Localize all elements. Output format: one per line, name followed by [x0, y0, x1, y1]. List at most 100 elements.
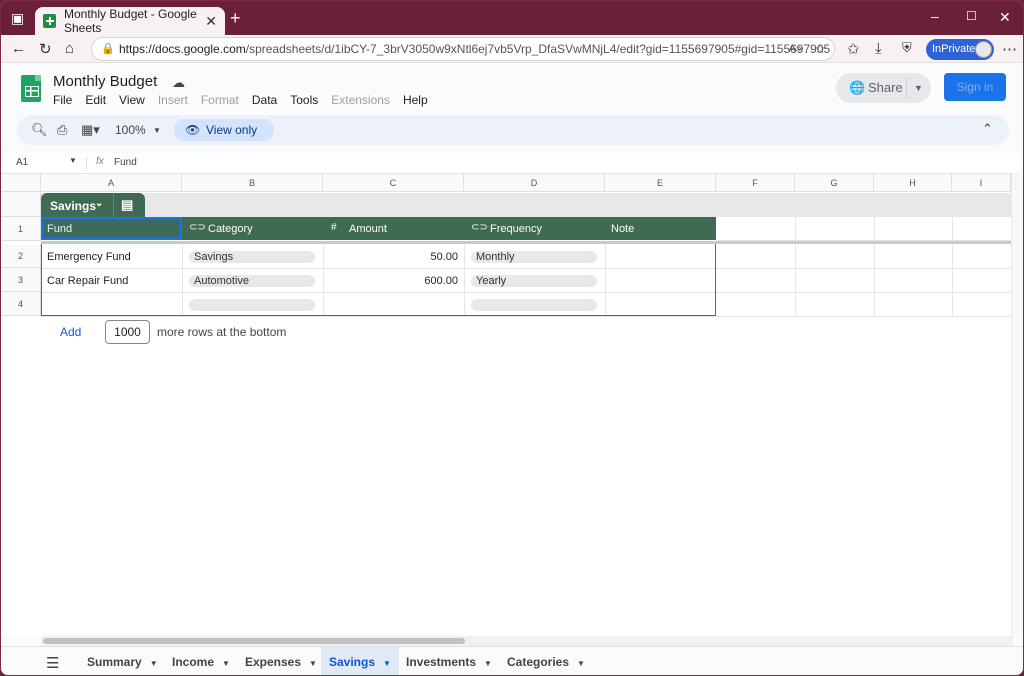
maximize-icon[interactable]: ☐ — [966, 9, 977, 23]
menu-insert: Insert — [157, 93, 188, 107]
column-header-a[interactable]: A — [41, 174, 182, 192]
sheet-tab-investments[interactable]: Investments ▼ — [398, 647, 500, 675]
menu-view[interactable]: View — [119, 93, 145, 107]
print-icon[interactable]: ⎙ — [57, 122, 67, 138]
cell-amount[interactable]: 600.00 — [323, 275, 458, 287]
column-header-h[interactable]: H — [874, 174, 952, 192]
header-frequency[interactable]: Frequency — [490, 223, 542, 235]
sheet-tab-savings[interactable]: Savings ▼ — [321, 647, 399, 675]
column-header-b[interactable]: B — [182, 174, 323, 192]
menu-edit[interactable]: Edit — [85, 93, 106, 107]
row-header-2[interactable]: 2 — [1, 244, 41, 268]
cell-fund[interactable]: Emergency Fund — [47, 251, 131, 263]
column-header-i[interactable]: I — [952, 174, 1011, 192]
zoom-select[interactable]: 100% — [115, 123, 146, 137]
row-header-4[interactable]: 4 — [1, 292, 41, 316]
selected-cell-a1[interactable] — [41, 217, 182, 240]
column-header-d[interactable]: D — [464, 174, 605, 192]
downloads-icon[interactable]: ⤓ — [875, 40, 882, 57]
share-button[interactable]: 🌐 Share ▼ — [836, 73, 931, 103]
url-field[interactable]: 🔒 https://docs.google.com/spreadsheets/d… — [91, 37, 835, 61]
cloud-status-icon[interactable]: ☁ — [172, 75, 185, 91]
chip-category[interactable]: Savings — [189, 251, 315, 263]
table-view-icon[interactable]: ▤ — [121, 197, 133, 213]
menu-tools[interactable]: Tools — [290, 93, 318, 107]
select-all-corner[interactable] — [1, 174, 41, 192]
header-note[interactable]: Note — [611, 223, 634, 235]
more-menu-icon[interactable]: ⋯ — [1002, 40, 1017, 58]
menu-file[interactable]: File — [53, 93, 72, 107]
home-icon[interactable]: ⌂ — [65, 40, 74, 57]
table-name-tab[interactable]: Savings ⌄ ▤ — [41, 193, 145, 217]
add-rows-button[interactable]: Add — [60, 325, 81, 339]
cell-fund[interactable]: Car Repair Fund — [47, 275, 128, 287]
sheets-logo-icon[interactable] — [21, 75, 41, 102]
favorites-icon[interactable]: ✩ — [847, 40, 860, 58]
horizontal-scroll-thumb[interactable] — [43, 638, 465, 644]
sheet-tab-dropdown-icon[interactable]: ▼ — [577, 659, 585, 668]
column-header-e[interactable]: E — [605, 174, 716, 192]
minimize-icon[interactable]: – — [931, 8, 939, 24]
table-menu-chevron-icon[interactable]: ⌄ — [95, 198, 103, 209]
chip-frequency[interactable]: Yearly — [471, 275, 597, 287]
document-title[interactable]: Monthly Budget — [53, 73, 157, 90]
cell-amount[interactable]: 50.00 — [323, 251, 458, 263]
read-aloud-icon[interactable]: A» — [789, 38, 802, 60]
name-box-dropdown-icon[interactable]: ▼ — [69, 156, 77, 165]
browser-window: ▣ Monthly Budget - Google Sheets ✕ + – ☐… — [0, 0, 1024, 676]
sheet-tab-dropdown-icon[interactable]: ▼ — [309, 659, 317, 668]
horizontal-scrollbar[interactable] — [41, 636, 1013, 646]
collapse-toolbar-icon[interactable]: ⌃ — [982, 121, 993, 137]
chip-frequency[interactable]: Monthly — [471, 251, 597, 263]
paint-format-icon[interactable]: ▦▾ — [81, 122, 100, 138]
chip-frequency-empty[interactable] — [471, 299, 597, 311]
row-header-1[interactable]: 1 — [1, 217, 41, 241]
browser-essentials-icon[interactable]: ⛨ — [902, 40, 912, 56]
menu-bar: File Edit View Insert Format Data Tools … — [53, 93, 441, 107]
spreadsheet-grid[interactable]: A B C D E F G H I Savings ⌄ ▤ 1 2 3 4 Fu… — [1, 173, 1013, 635]
menu-extensions: Extensions — [331, 93, 390, 107]
sheet-tab-categories[interactable]: Categories ▼ — [499, 647, 593, 675]
table-tab-band — [41, 193, 1013, 217]
tab-actions-icon[interactable]: ▣ — [11, 10, 24, 27]
menu-format: Format — [200, 93, 239, 107]
chip-category[interactable]: Automotive — [189, 275, 315, 287]
vertical-scrollbar[interactable] — [1011, 173, 1023, 635]
window-close-icon[interactable]: ✕ — [999, 9, 1011, 26]
profile-avatar-icon — [975, 41, 992, 58]
sheet-tab-dropdown-icon[interactable]: ▼ — [383, 659, 391, 668]
sign-in-button[interactable]: Sign in — [944, 73, 1006, 101]
sheet-tabs-bar: ☰ Summary ▼ Income ▼ Expenses ▼ Savings ▼ In… — [1, 646, 1023, 675]
column-header-c[interactable]: C — [323, 174, 464, 192]
tab-close-icon[interactable]: ✕ — [205, 13, 217, 30]
column-header-f[interactable]: F — [716, 174, 795, 192]
browser-tab[interactable]: Monthly Budget - Google Sheets ✕ — [35, 7, 225, 35]
column-header-g[interactable]: G — [795, 174, 874, 192]
sheet-tab-dropdown-icon[interactable]: ▼ — [150, 659, 158, 668]
back-icon[interactable]: ← — [11, 40, 26, 57]
sheet-tab-expenses[interactable]: Expenses ▼ — [237, 647, 325, 675]
favorite-star-icon[interactable]: ☆ — [814, 38, 826, 60]
menu-help[interactable]: Help — [403, 93, 428, 107]
name-box[interactable]: A1 — [16, 157, 28, 168]
add-rows-count-input[interactable]: 1000 — [105, 320, 150, 344]
all-sheets-menu-icon[interactable]: ☰ — [46, 654, 59, 672]
view-only-button[interactable]: 👁︎ View only — [174, 119, 274, 141]
header-category[interactable]: Category — [208, 223, 253, 235]
menu-data[interactable]: Data — [252, 93, 277, 107]
refresh-icon[interactable]: ↻ — [39, 40, 52, 58]
chip-category-empty[interactable] — [189, 299, 315, 311]
sheet-tab-income[interactable]: Income ▼ — [164, 647, 238, 675]
share-dropdown-icon[interactable]: ▼ — [914, 73, 923, 103]
row-header-3[interactable]: 3 — [1, 268, 41, 292]
formula-value[interactable]: Fund — [114, 157, 137, 168]
sheet-tab-dropdown-icon[interactable]: ▼ — [484, 659, 492, 668]
sheet-tab-label: Savings — [329, 655, 376, 669]
header-amount[interactable]: Amount — [349, 223, 387, 235]
new-tab-icon[interactable]: + — [230, 8, 241, 29]
search-icon[interactable]: 🔍︎ — [31, 122, 48, 138]
zoom-dropdown-icon[interactable]: ▼ — [153, 126, 161, 135]
inprivate-badge[interactable]: InPrivate — [926, 39, 994, 60]
sheet-tab-dropdown-icon[interactable]: ▼ — [222, 659, 230, 668]
sheet-tab-summary[interactable]: Summary ▼ — [79, 647, 166, 675]
